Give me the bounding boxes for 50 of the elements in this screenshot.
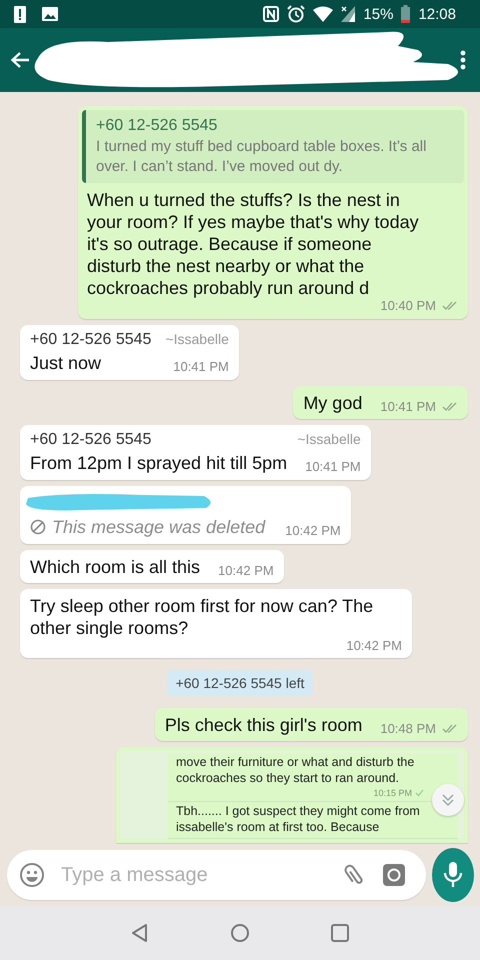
message-text: When u turned the stuffs? Is the nest in your room? If yes maybe that's why today it's so outrage. Because if someone disturb the nest nearby or what the cockroaches probably run around d bbox=[87, 189, 420, 299]
image-icon bbox=[42, 7, 58, 21]
message-text: Just now bbox=[30, 352, 102, 374]
message-time: 10:41 PM bbox=[173, 359, 229, 374]
system-notice: +60 12-526 5545 left bbox=[166, 670, 314, 696]
sender-alias: ~Issabelle bbox=[165, 331, 229, 347]
clock: 12:08 bbox=[418, 6, 456, 22]
sender-phone: +60 12-526 5545 bbox=[30, 431, 152, 449]
signal-icon bbox=[341, 6, 356, 22]
message-field[interactable]: Type a message bbox=[7, 850, 426, 900]
message-text: From 12pm I sprayed hit till 5pm bbox=[30, 452, 288, 474]
quoted-text: I turned my stuff bed cupboard table boxes. It’s all over. I can’t stand. I’ve moved out dy. bbox=[96, 137, 428, 177]
message-time: 10:40 PM bbox=[380, 299, 436, 313]
battery-percent: 15% bbox=[363, 6, 394, 22]
battery-icon bbox=[401, 5, 410, 23]
microphone-button[interactable] bbox=[432, 848, 474, 902]
message-time: 10:42 PM bbox=[218, 564, 274, 578]
camera-icon[interactable] bbox=[382, 863, 406, 887]
alarm-icon bbox=[287, 5, 306, 23]
message-time: 10:48 PM bbox=[380, 721, 436, 736]
emoji-icon[interactable] bbox=[19, 862, 45, 888]
message-time: 10:41 PM bbox=[380, 399, 436, 414]
message-text: Tbh....... I got suspect they might come from issabelle's room at first too. Because bbox=[176, 803, 421, 835]
more-options-icon[interactable] bbox=[460, 50, 466, 70]
microphone-icon bbox=[442, 861, 464, 889]
alert-icon bbox=[14, 5, 26, 23]
message-text: Pls check this girl's room bbox=[164, 714, 362, 736]
image-message[interactable]: move their furniture or what and disturb the cockroaches so they start to ran around. 10:15 PM Tbh....... I got suspect they might come from issabelle's room at first too. Because bbox=[116, 747, 468, 843]
home-icon[interactable] bbox=[230, 923, 250, 943]
message-time: 10:42 PM bbox=[346, 639, 402, 653]
recents-icon[interactable] bbox=[330, 923, 350, 943]
quoted-sender: +60 12-526 5545 bbox=[96, 117, 218, 135]
message-text: move their furniture or what and disturb the cockroaches so they start to ran around. bbox=[176, 754, 416, 786]
message-text: My god bbox=[303, 392, 362, 414]
message-time: 10:41 PM bbox=[305, 459, 361, 474]
sender-alias: ~Issabelle bbox=[297, 431, 361, 447]
nfc-icon bbox=[263, 6, 280, 22]
back-arrow-icon[interactable] bbox=[10, 51, 30, 69]
message-time: 10:15 PM bbox=[373, 788, 412, 798]
sender-phone: +60 12-526 5545 bbox=[30, 331, 152, 349]
message-text: Which room is all this bbox=[30, 556, 200, 578]
message-time: 10:42 PM bbox=[285, 523, 341, 538]
message-text: Try sleep other room first for now can? The other single rooms? bbox=[30, 595, 374, 639]
double-chevron-icon bbox=[441, 793, 455, 807]
message-text: This message was deleted bbox=[52, 516, 266, 538]
wifi-icon bbox=[313, 6, 334, 22]
quoted-message[interactable]: +60 12-526 5545 I turned my stuff bed cupboard table boxes. It’s all over. I can’t stand. I’ve moved out dy. bbox=[82, 110, 464, 183]
blocked-icon bbox=[30, 519, 46, 535]
check-icon bbox=[415, 789, 424, 797]
back-icon[interactable] bbox=[130, 923, 150, 943]
